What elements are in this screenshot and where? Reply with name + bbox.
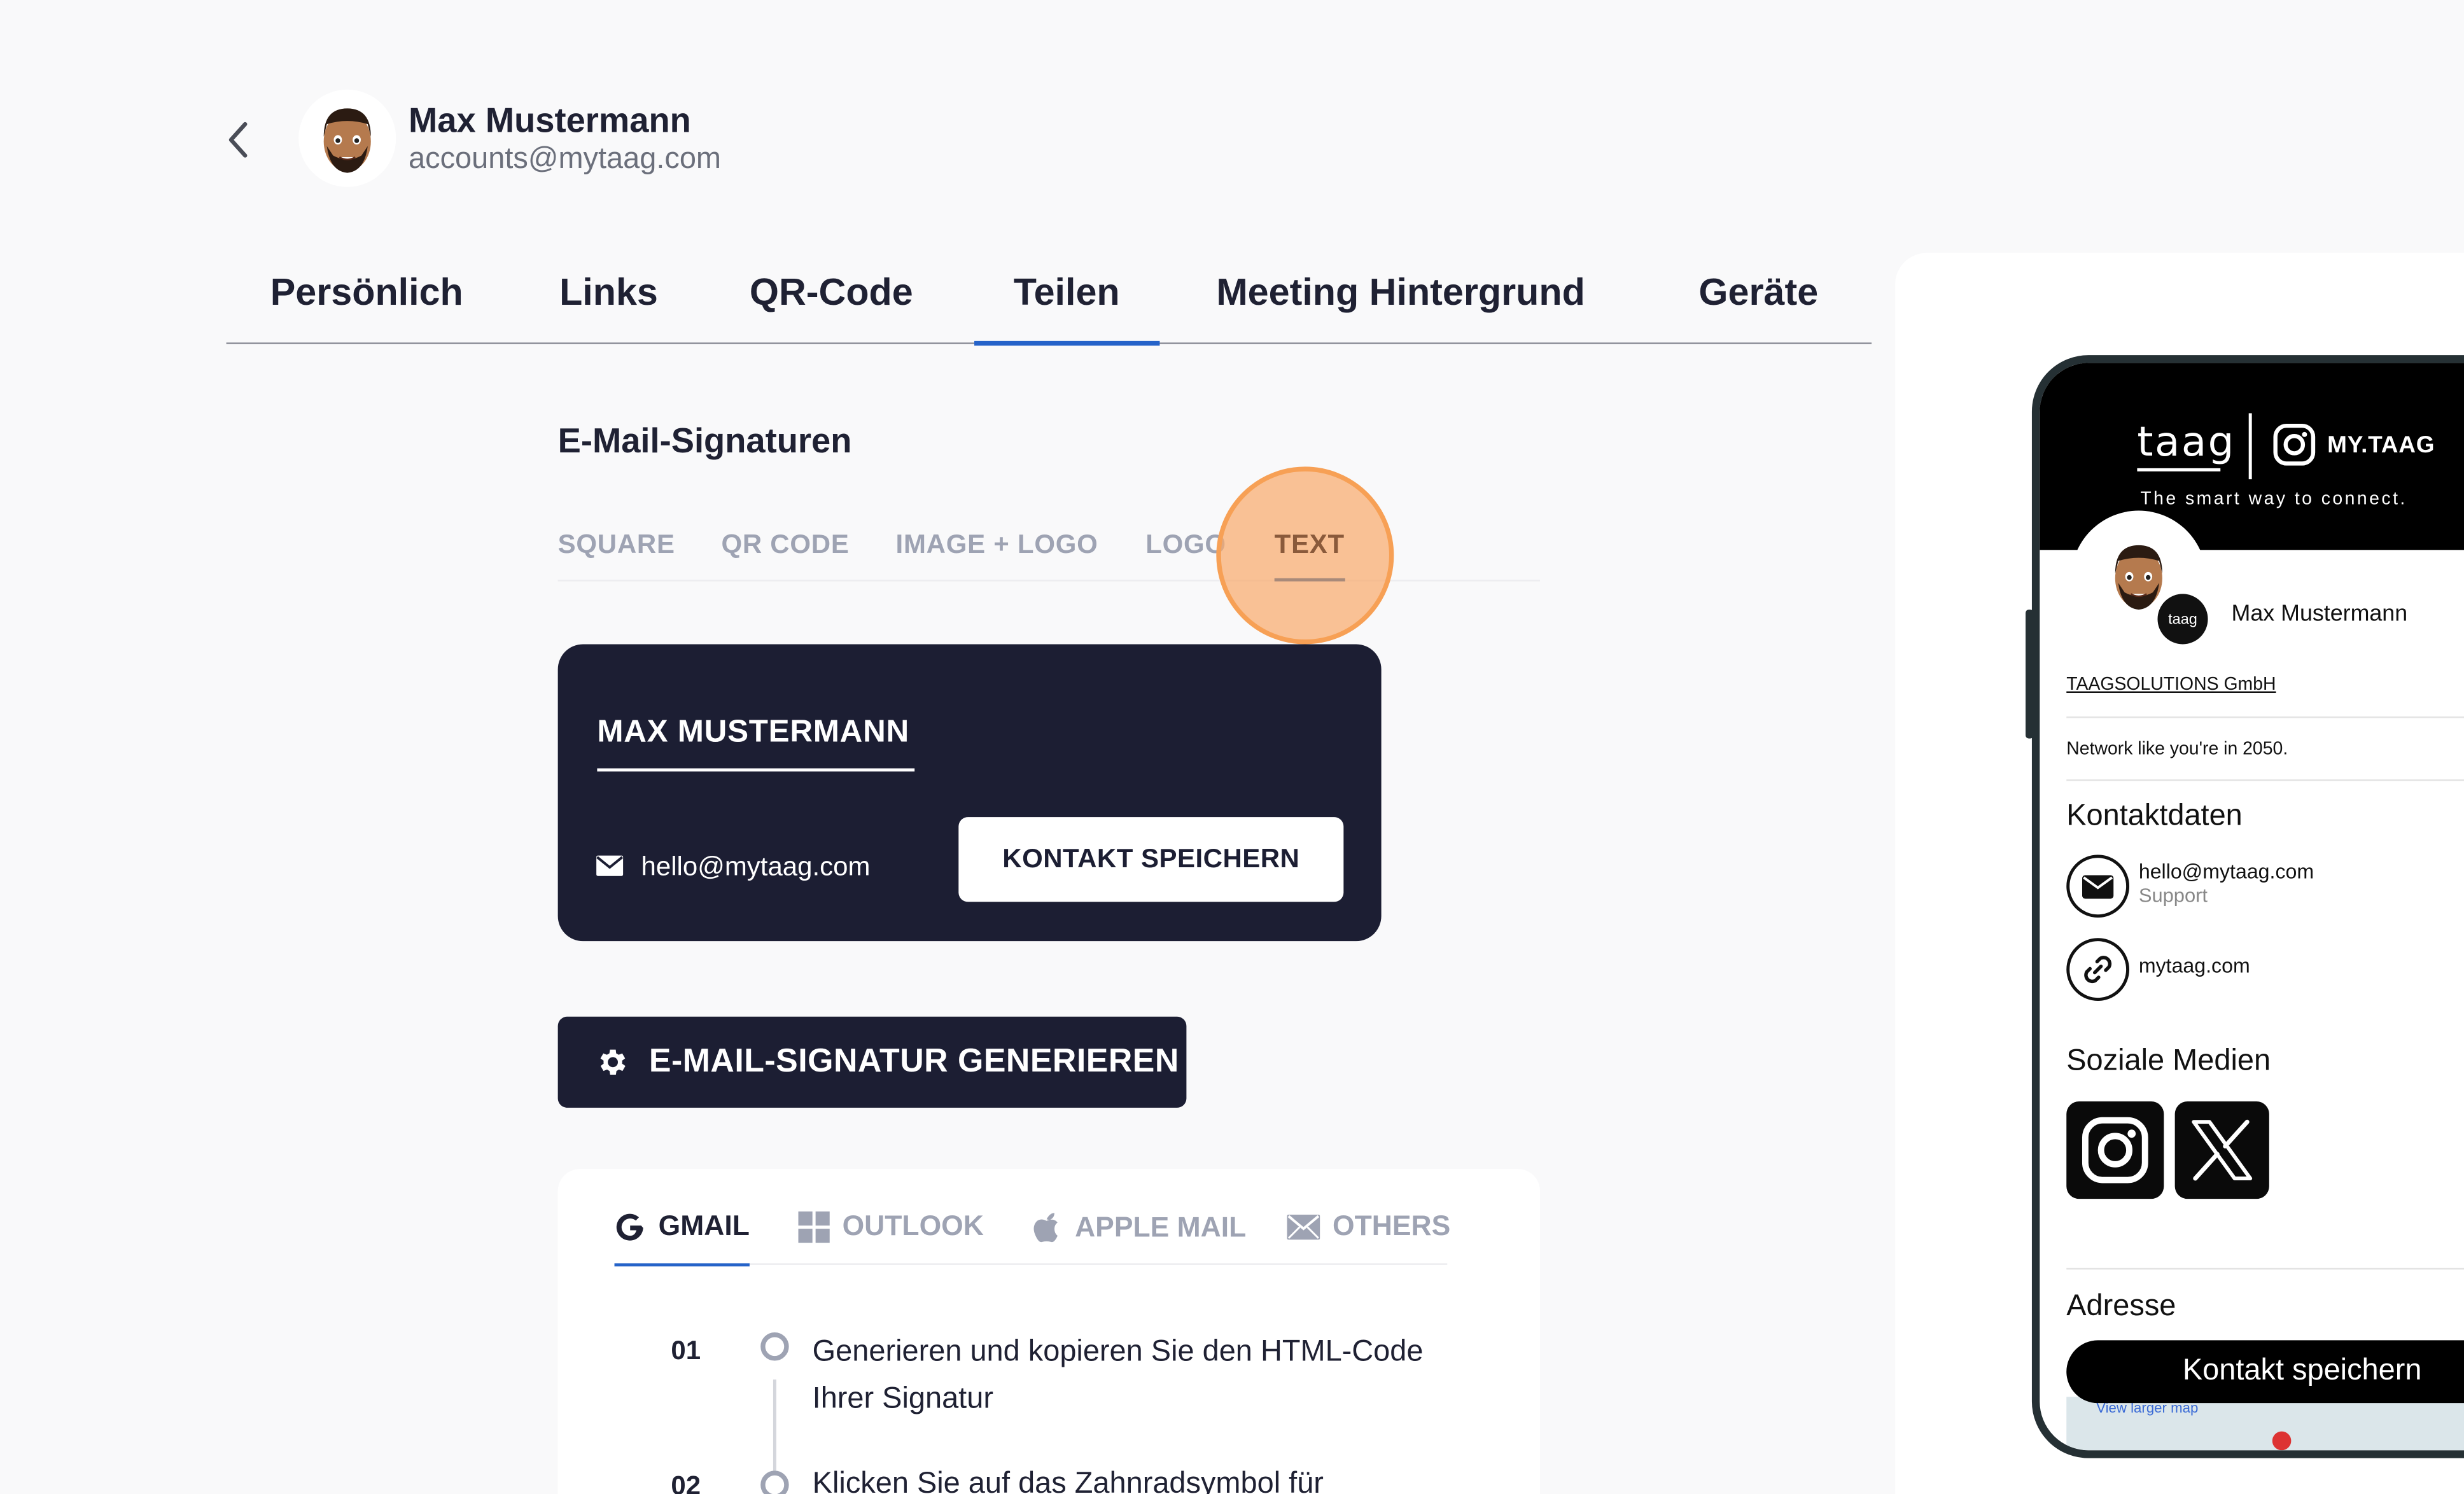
step-marker	[760, 1470, 789, 1494]
tab-qr-code[interactable]: QR-Code	[750, 272, 913, 316]
taag-logo-underline	[2137, 468, 2221, 471]
taag-logo: taag	[2137, 419, 2236, 467]
user-email: accounts@mytaag.com	[409, 143, 722, 176]
map-pin-icon	[2272, 1431, 2292, 1451]
step-marker	[760, 1332, 789, 1361]
client-tab-others[interactable]: OTHERS	[1287, 1210, 1450, 1243]
mail-client-panel: GMAIL OUTLOOK APPLE MAIL OTHERS 01 Gener…	[557, 1169, 1541, 1494]
avatar	[298, 89, 396, 187]
address-heading: Adresse	[2066, 1290, 2176, 1323]
divider	[2066, 779, 2464, 781]
divider	[2066, 1267, 2464, 1270]
contact-email-label: Support	[2138, 884, 2208, 907]
email-contact-icon[interactable]	[2066, 855, 2130, 918]
tab-persoenlich[interactable]: Persönlich	[270, 272, 463, 316]
sig-tab-text[interactable]: TEXT	[1274, 529, 1345, 582]
envelope-icon	[1287, 1213, 1320, 1239]
x-logo-icon	[2192, 1119, 2253, 1181]
x-twitter-button[interactable]	[2174, 1101, 2269, 1199]
signature-type-tabs-active-layer: TEXT	[558, 519, 1540, 582]
preview-name: MAX MUSTERMANN	[597, 715, 909, 750]
client-tab-label: APPLE MAIL	[1075, 1210, 1247, 1243]
social-heading: Soziale Medien	[2066, 1045, 2271, 1079]
instagram-button[interactable]	[2066, 1101, 2164, 1199]
signature-preview: MAX MUSTERMANN hello@mytaag.com KONTAKT …	[557, 644, 1382, 942]
step-number: 02	[671, 1470, 701, 1494]
step-text: Klicken Sie auf das Zahnradsymbol für	[812, 1467, 1324, 1494]
contact-website[interactable]: mytaag.com	[2139, 954, 2250, 977]
windows-icon	[798, 1210, 830, 1243]
client-tab-label: OTHERS	[1333, 1210, 1451, 1241]
profile-company[interactable]: TAAGSOLUTIONS GmbH	[2066, 676, 2276, 695]
memoji-avatar-icon	[323, 108, 371, 173]
client-tab-label: GMAIL	[658, 1210, 750, 1241]
client-tab-apple-mail[interactable]: APPLE MAIL	[1031, 1210, 1246, 1244]
instagram-icon	[2082, 1117, 2148, 1183]
contacts-heading: Kontaktdaten	[2066, 799, 2243, 833]
tab-geraete[interactable]: Geräte	[1698, 272, 1818, 316]
section-title: E-Mail-Signaturen	[557, 421, 852, 461]
google-icon	[616, 1213, 643, 1240]
generate-signature-label: E-MAIL-SIGNATUR GENERIEREN	[648, 1043, 1179, 1080]
chevron-left-icon	[228, 122, 248, 158]
mail-client-tabs: GMAIL OUTLOOK APPLE MAIL OTHERS	[614, 1206, 1450, 1267]
client-tab-gmail[interactable]: GMAIL	[614, 1210, 750, 1267]
website-contact-icon[interactable]	[2066, 938, 2130, 1002]
contact-email[interactable]: hello@mytaag.com	[2139, 860, 2314, 883]
slogan: The smart way to connect.	[2140, 490, 2407, 510]
header-separator	[2248, 413, 2252, 480]
profile-name: Max Mustermann	[2231, 601, 2408, 627]
generate-signature-button[interactable]: E-MAIL-SIGNATUR GENERIEREN	[557, 1016, 1187, 1108]
tab-links[interactable]: Links	[559, 272, 658, 316]
preview-email: hello@mytaag.com	[641, 851, 871, 882]
gear-icon	[600, 1049, 626, 1075]
taag-badge: taag	[2154, 590, 2211, 648]
back-button[interactable]	[217, 116, 261, 164]
step-number: 01	[671, 1335, 701, 1365]
tab-teilen[interactable]: Teilen	[974, 272, 1158, 346]
phone-preview: taag MY.TAAG The smart way to connect. t…	[2031, 355, 2464, 1458]
save-contact-phone-button[interactable]: Kontakt speichern	[2066, 1340, 2464, 1404]
user-name: Max Mustermann	[409, 101, 691, 140]
main-tabs: Persönlich Links QR-Code Teilen Meeting …	[226, 251, 1872, 346]
profile-tagline: Network like you're in 2050.	[2066, 740, 2288, 759]
mytaag-brand: MY.TAAG	[2327, 432, 2435, 459]
step-text: Generieren und kopieren Sie den HTML-Cod…	[812, 1335, 1424, 1416]
instagram-icon	[2273, 423, 2316, 466]
tab-meeting-hintergrund[interactable]: Meeting Hintergrund	[1216, 272, 1585, 316]
mail-icon	[596, 855, 624, 876]
divider	[2066, 716, 2464, 718]
apple-icon	[1033, 1213, 1058, 1243]
client-tab-outlook[interactable]: OUTLOOK	[798, 1210, 984, 1243]
link-icon	[2084, 956, 2112, 984]
save-contact-button[interactable]: KONTAKT SPEICHERN	[958, 817, 1344, 902]
client-tab-label: OUTLOOK	[842, 1210, 984, 1241]
step-connector	[773, 1379, 776, 1474]
envelope-icon	[2082, 874, 2114, 898]
preview-name-underline	[597, 768, 915, 772]
